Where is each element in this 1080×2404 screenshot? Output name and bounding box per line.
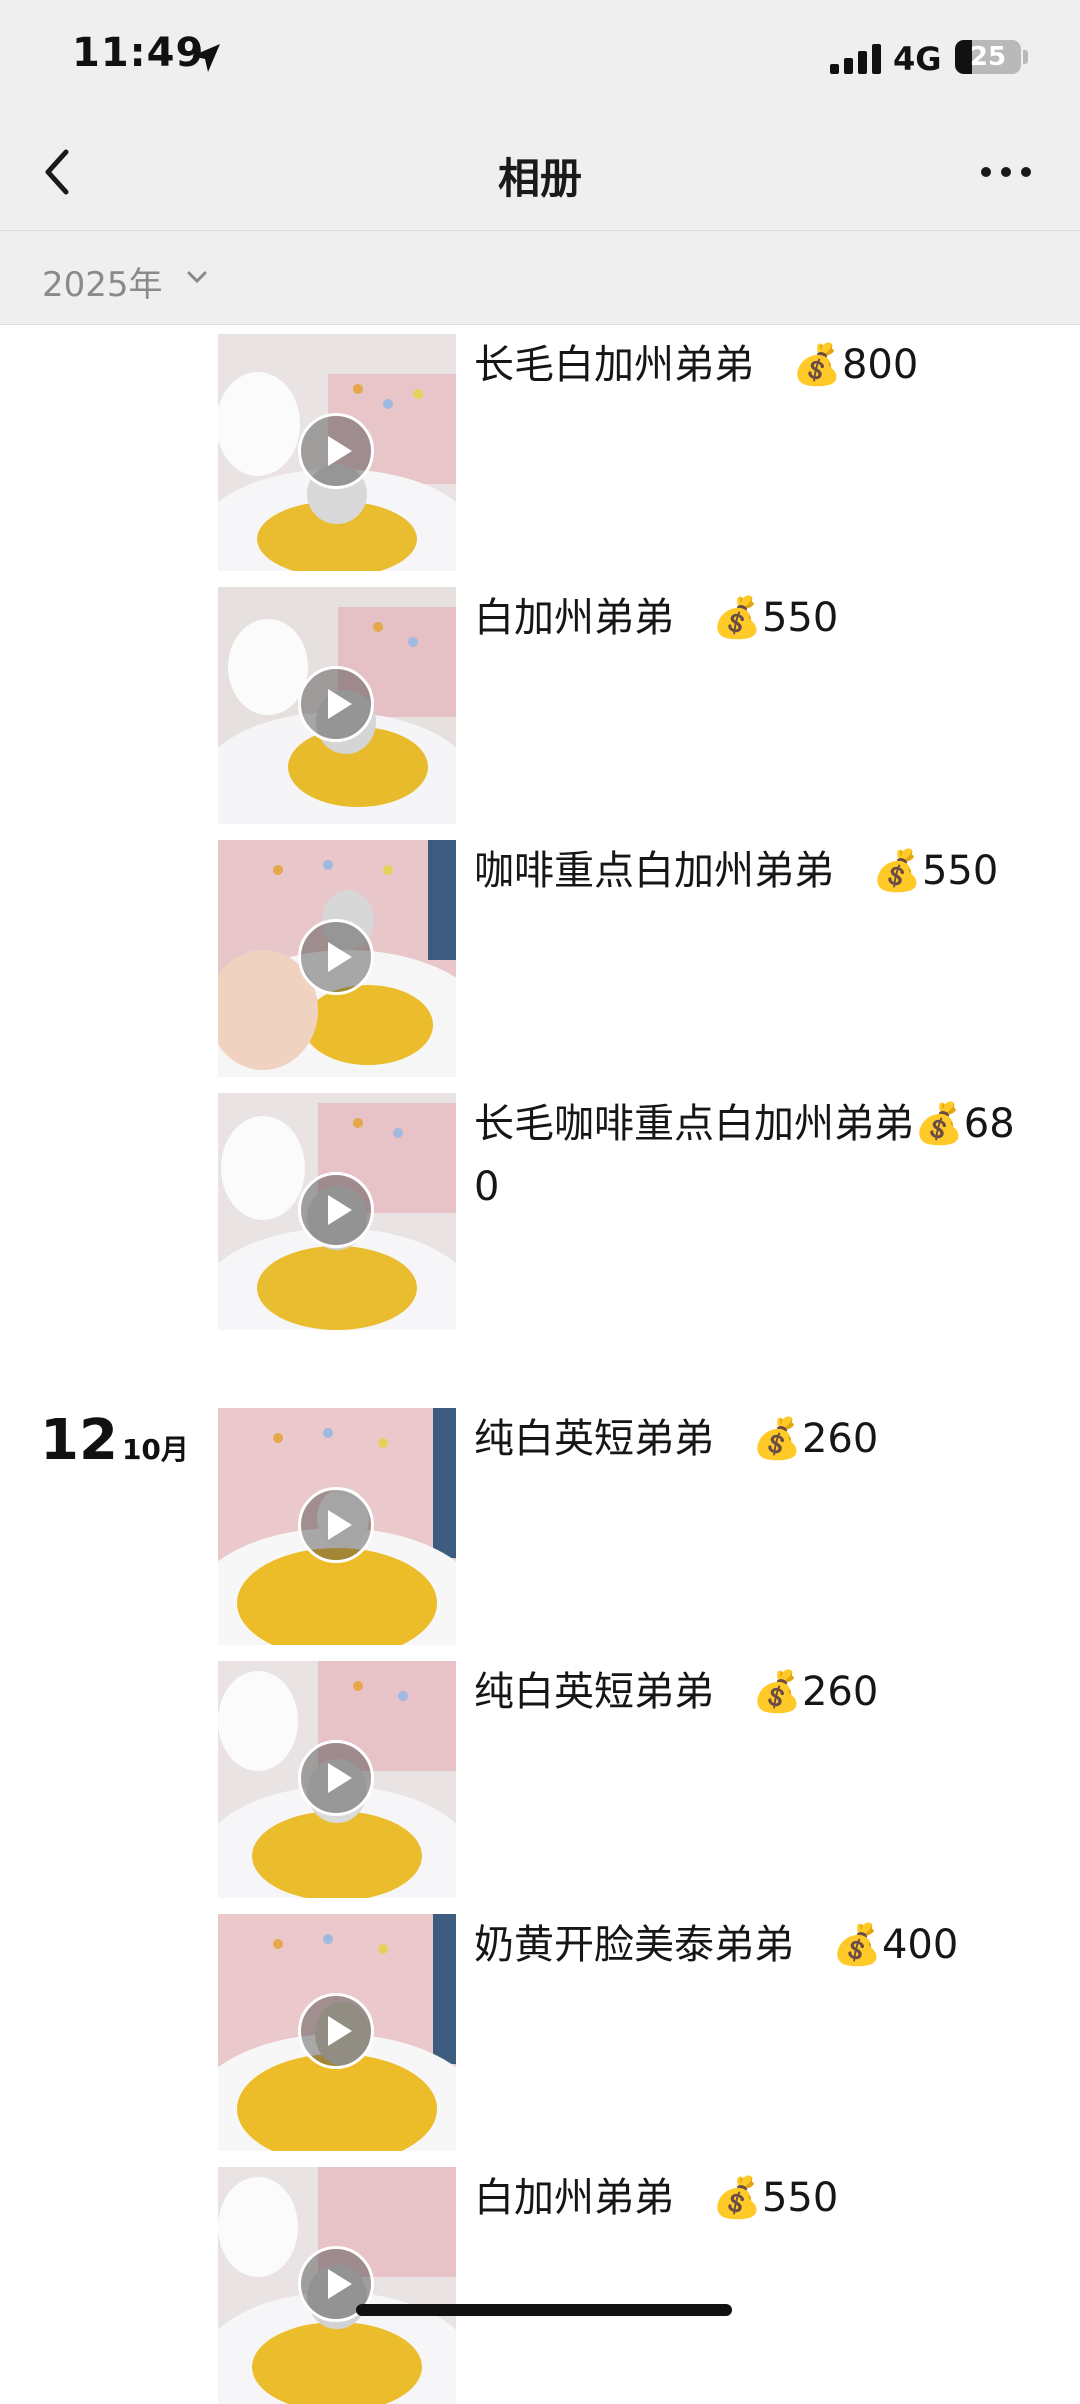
location-arrow-icon (192, 44, 220, 72)
album-entry[interactable]: 白加州弟弟 💰550 (218, 587, 1048, 824)
entry-caption: 纯白英短弟弟 💰260 (474, 1669, 879, 1715)
play-icon[interactable] (298, 1740, 374, 1816)
album-entry[interactable]: 白加州弟弟 💰550 (218, 2167, 1048, 2404)
status-bar: 11:49 4G 25 (0, 0, 1080, 118)
year-filter[interactable]: 2025年 (0, 230, 1080, 325)
battery-icon: 25 (955, 40, 1021, 74)
video-thumbnail[interactable] (218, 2167, 456, 2404)
page-title: 相册 (497, 154, 582, 203)
play-icon[interactable] (298, 1487, 374, 1563)
date-label: 12 10月 (40, 1408, 189, 1473)
entry-caption: 咖啡重点白加州弟弟 💰550 (474, 848, 999, 894)
entry-caption: 白加州弟弟 💰550 (474, 2175, 839, 2221)
date-month: 10月 (121, 1433, 189, 1466)
date-day: 12 (40, 1408, 118, 1473)
play-icon[interactable] (298, 413, 374, 489)
signal-icon (830, 44, 881, 74)
album-entry[interactable]: 奶黄开脸美泰弟弟 💰400 (218, 1914, 1048, 2151)
album-entry[interactable]: 纯白英短弟弟 💰260 (218, 1661, 1048, 1898)
more-options-icon[interactable] (978, 162, 1034, 182)
chevron-down-icon[interactable] (186, 269, 208, 285)
album-entry[interactable]: 咖啡重点白加州弟弟 💰550 (218, 840, 1048, 1077)
status-time: 11:49 (72, 30, 205, 76)
year-selector[interactable]: 2025年 (42, 257, 163, 306)
entry-caption: 白加州弟弟 💰550 (474, 595, 839, 641)
video-thumbnail[interactable] (218, 840, 456, 1077)
battery-level: 25 (969, 42, 1007, 72)
top-bar: 11:49 4G 25 相册 2025年 (0, 0, 1080, 325)
play-icon[interactable] (298, 919, 374, 995)
network-type: 4G (893, 40, 942, 78)
video-thumbnail[interactable] (218, 1408, 456, 1645)
album-feed: 长毛白加州弟弟 💰800 白加州弟弟 💰550 咖啡重点白加州弟弟 💰550 长… (0, 0, 1080, 2404)
video-thumbnail[interactable] (218, 587, 456, 824)
album-entry[interactable]: 长毛咖啡重点白加州弟弟💰680 (218, 1093, 1048, 1330)
video-thumbnail[interactable] (218, 1093, 456, 1330)
entry-caption: 纯白英短弟弟 💰260 (474, 1416, 879, 1462)
album-entry[interactable]: 纯白英短弟弟 💰260 (218, 1408, 1048, 1645)
album-entry[interactable]: 长毛白加州弟弟 💰800 (218, 334, 1048, 571)
video-thumbnail[interactable] (218, 1914, 456, 2151)
entry-caption: 长毛咖啡重点白加州弟弟💰680 (474, 1101, 1015, 1210)
entry-caption: 奶黄开脸美泰弟弟 💰400 (474, 1922, 959, 1968)
video-thumbnail[interactable] (218, 1661, 456, 1898)
play-icon[interactable] (298, 666, 374, 742)
home-indicator[interactable] (356, 2304, 732, 2316)
video-thumbnail[interactable] (218, 334, 456, 571)
battery-cap (1023, 50, 1028, 64)
entry-caption: 长毛白加州弟弟 💰800 (474, 342, 919, 388)
play-icon[interactable] (298, 1172, 374, 1248)
play-icon[interactable] (298, 1993, 374, 2069)
